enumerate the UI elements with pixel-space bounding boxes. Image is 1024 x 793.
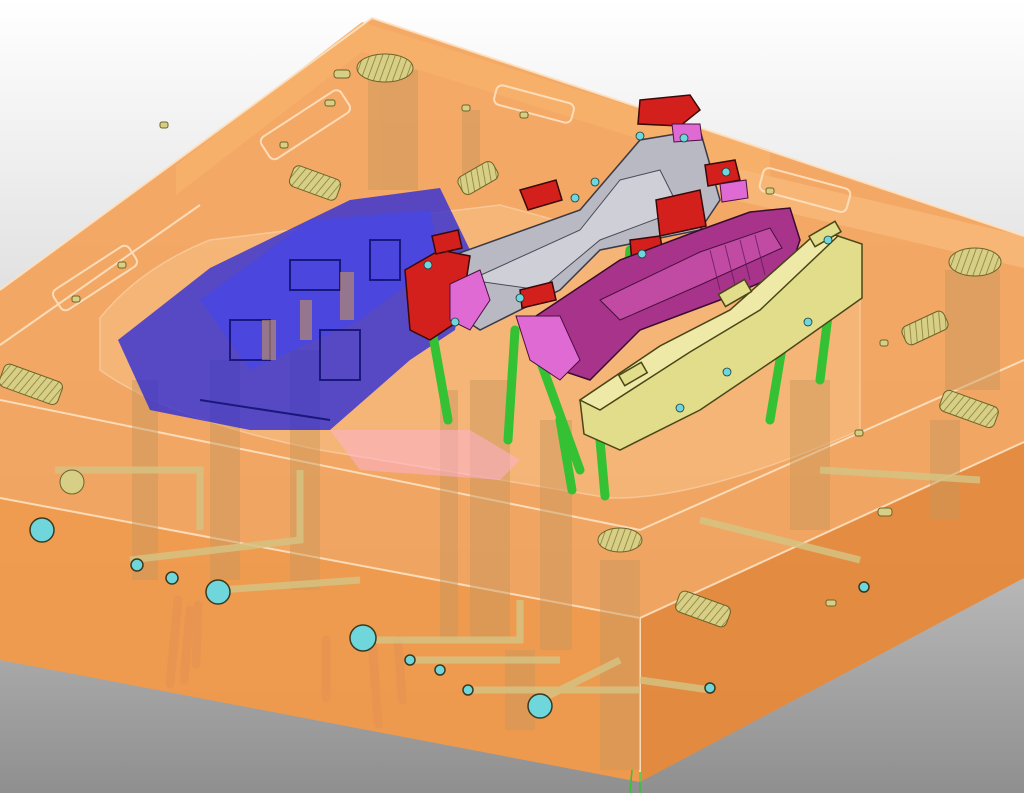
mold-render xyxy=(0,0,1024,793)
cad-viewport[interactable] xyxy=(0,0,1024,793)
